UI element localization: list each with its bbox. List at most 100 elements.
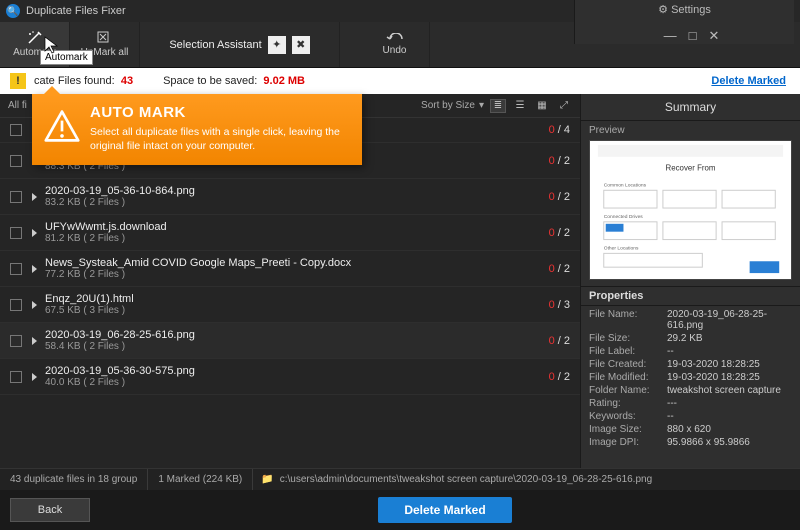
selection-count: 0 / 2 bbox=[549, 191, 570, 203]
table-row[interactable]: 2020-03-19_06-28-25-616.png58.4 KB ( 2 F… bbox=[0, 323, 580, 359]
property-key: File Created: bbox=[589, 359, 667, 370]
settings-link[interactable]: ⚙ Settings bbox=[658, 3, 711, 16]
automark-tooltip: Automark bbox=[40, 50, 93, 65]
back-button[interactable]: Back bbox=[10, 498, 90, 522]
selection-count: 0 / 2 bbox=[549, 371, 570, 383]
delete-marked-button[interactable]: Delete Marked bbox=[378, 497, 511, 523]
view-expand-icon[interactable]: ⤢ bbox=[556, 99, 572, 113]
property-value: 95.9866 x 95.9866 bbox=[667, 437, 792, 448]
property-key: Keywords: bbox=[589, 411, 667, 422]
status-path-text: c:\users\admin\documents\tweakshot scree… bbox=[280, 474, 652, 485]
row-checkbox[interactable] bbox=[10, 299, 22, 311]
callout-desc: Select all duplicate files with a single… bbox=[90, 125, 350, 153]
sort-dropdown[interactable]: Sort by Size ▾ bbox=[421, 100, 484, 111]
selection-count: 0 / 2 bbox=[549, 335, 570, 347]
property-key: Rating: bbox=[589, 398, 667, 409]
wand-icon bbox=[27, 31, 43, 45]
property-row: File Name:2020-03-19_06-28-25-616.png bbox=[589, 308, 792, 332]
property-row: File Size:29.2 KB bbox=[589, 332, 792, 345]
property-row: Image DPI:95.9866 x 95.9866 bbox=[589, 436, 792, 449]
expand-icon[interactable] bbox=[32, 373, 37, 381]
expand-icon[interactable] bbox=[32, 301, 37, 309]
property-key: File Modified: bbox=[589, 372, 667, 383]
property-key: Image Size: bbox=[589, 424, 667, 435]
file-name: 2020-03-19_06-28-25-616.png bbox=[45, 329, 549, 341]
view-detail-icon[interactable]: ☰ bbox=[512, 99, 528, 113]
assist-tool-1[interactable]: ✦ bbox=[268, 36, 286, 54]
property-key: File Name: bbox=[589, 309, 667, 331]
selection-count: 0 / 2 bbox=[549, 263, 570, 275]
dup-count: 43 bbox=[121, 75, 133, 87]
preview-image: Recover From Common Locations Connected … bbox=[589, 140, 792, 280]
minimize-icon[interactable]: ― bbox=[664, 28, 677, 44]
selection-count: 0 / 2 bbox=[549, 155, 570, 167]
table-row[interactable]: UFYwWwmt.js.download81.2 KB ( 2 Files )0… bbox=[0, 215, 580, 251]
row-checkbox[interactable] bbox=[10, 191, 22, 203]
row-checkbox[interactable] bbox=[10, 263, 22, 275]
svg-text:Common Locations: Common Locations bbox=[604, 182, 647, 188]
summary-heading: Summary bbox=[581, 94, 800, 121]
property-value: 19-03-2020 18:28:25 bbox=[667, 359, 792, 370]
file-name: 2020-03-19_05-36-10-864.png bbox=[45, 185, 549, 197]
table-row[interactable]: 2020-03-19_05-36-10-864.png83.2 KB ( 2 F… bbox=[0, 179, 580, 215]
property-value: -- bbox=[667, 346, 792, 357]
row-checkbox[interactable] bbox=[10, 335, 22, 347]
file-name: News_Systeak_Amid COVID Google Maps_Pree… bbox=[45, 257, 549, 269]
property-value: -- bbox=[667, 411, 792, 422]
chevron-down-icon: ▾ bbox=[479, 100, 484, 111]
row-checkbox[interactable] bbox=[10, 371, 22, 383]
delete-marked-link[interactable]: Delete Marked bbox=[711, 75, 790, 87]
close-icon[interactable]: ✕ bbox=[708, 28, 719, 44]
footer: Back Delete Marked bbox=[0, 490, 800, 530]
expand-icon[interactable] bbox=[32, 193, 37, 201]
status-path: 📁 c:\users\admin\documents\tweakshot scr… bbox=[253, 474, 800, 485]
file-name: UFYwWwmt.js.download bbox=[45, 221, 549, 233]
row-checkbox[interactable] bbox=[10, 227, 22, 239]
expand-icon[interactable] bbox=[32, 337, 37, 345]
selection-count: 0 / 2 bbox=[549, 227, 570, 239]
file-meta: 77.2 KB ( 2 Files ) bbox=[45, 269, 549, 280]
assist-tool-2[interactable]: ✖ bbox=[292, 36, 310, 54]
property-value: 19-03-2020 18:28:25 bbox=[667, 372, 792, 383]
view-grid-icon[interactable]: ▦ bbox=[534, 99, 550, 113]
status-group-info: 43 duplicate files in 18 group bbox=[0, 469, 148, 490]
selection-count: 0 / 3 bbox=[549, 299, 570, 311]
table-row[interactable]: Enqz_20U(1).html67.5 KB ( 3 Files )0 / 3 bbox=[0, 287, 580, 323]
property-value: --- bbox=[667, 398, 792, 409]
selection-assistant: Selection Assistant ✦ ✖ bbox=[140, 22, 340, 67]
property-row: Rating:--- bbox=[589, 397, 792, 410]
unmark-icon bbox=[97, 31, 113, 45]
file-meta: 81.2 KB ( 2 Files ) bbox=[45, 233, 549, 244]
svg-text:Recover From: Recover From bbox=[666, 164, 716, 173]
maximize-icon[interactable]: □ bbox=[689, 28, 697, 44]
view-list-icon[interactable]: ≣ bbox=[490, 99, 506, 113]
expand-icon[interactable] bbox=[32, 229, 37, 237]
callout-title: AUTO MARK bbox=[90, 104, 350, 121]
summary-panel: Summary Preview Recover From Common Loca… bbox=[580, 94, 800, 468]
property-value: tweakshot screen capture bbox=[667, 385, 792, 396]
undo-label: Undo bbox=[383, 45, 407, 56]
selection-count: 0 / 4 bbox=[549, 124, 570, 136]
undo-button[interactable]: Undo bbox=[360, 22, 430, 67]
property-row: File Created:19-03-2020 18:28:25 bbox=[589, 358, 792, 371]
property-key: File Size: bbox=[589, 333, 667, 344]
property-value: 2020-03-19_06-28-25-616.png bbox=[667, 309, 792, 331]
property-row: Image Size:880 x 620 bbox=[589, 423, 792, 436]
warning-triangle-icon bbox=[44, 108, 80, 144]
table-row[interactable]: News_Systeak_Amid COVID Google Maps_Pree… bbox=[0, 251, 580, 287]
row-checkbox[interactable] bbox=[10, 155, 22, 167]
status-bar: 43 duplicate files in 18 group 1 Marked … bbox=[0, 468, 800, 490]
property-row: Keywords:-- bbox=[589, 410, 792, 423]
svg-text:Other Locations: Other Locations bbox=[604, 245, 639, 251]
app-logo-icon: 🔍 bbox=[6, 4, 20, 18]
preview-label: Preview bbox=[581, 121, 800, 140]
table-row[interactable]: 2020-03-19_05-36-30-575.png40.0 KB ( 2 F… bbox=[0, 359, 580, 395]
file-rows[interactable]: 0 / 4analytics.js.download88.3 KB ( 2 Fi… bbox=[0, 118, 580, 468]
expand-icon[interactable] bbox=[32, 265, 37, 273]
property-row: File Modified:19-03-2020 18:28:25 bbox=[589, 371, 792, 384]
info-bar: ! cate Files found: 43 Space to be saved… bbox=[0, 68, 800, 94]
row-checkbox[interactable] bbox=[10, 124, 22, 136]
file-meta: 67.5 KB ( 3 Files ) bbox=[45, 305, 549, 316]
property-key: Folder Name: bbox=[589, 385, 667, 396]
warning-icon: ! bbox=[10, 73, 26, 89]
